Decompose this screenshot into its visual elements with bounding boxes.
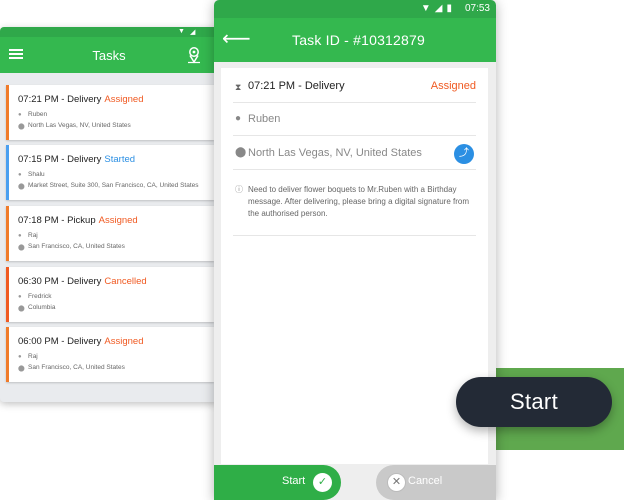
task-card[interactable]: 07:15 PM - Delivery Started ● Shalu ⬤ Market … [6,145,214,200]
task-customer: Ruben [28,111,48,118]
network-icon: ◢ [190,29,196,36]
note-row: ⓘ Need to deliver flower boquets to Mr.R… [233,169,476,236]
task-card[interactable]: 06:30 PM - Delivery Cancelled ● Fredrick ⬤ Co… [6,267,214,322]
cancel-button[interactable]: ✕ Cancel [376,465,496,500]
check-icon: ✓ [313,473,332,492]
customer-name: Ruben [248,113,281,125]
person-icon: ● [18,233,22,239]
status-badge: Assigned [104,336,144,347]
back-arrow-icon[interactable]: ⟵ [222,29,251,49]
location-icon: ⬤ [18,245,25,251]
location-icon: ⬤ [235,147,247,158]
task-card[interactable]: 07:18 PM - Pickup Assigned ● Raj ⬤ San Franci… [6,206,214,261]
signal-battery-icons: ▼◢▮ [420,3,456,14]
task-time-type: 07:18 PM - Pickup Assigned [18,215,138,226]
task-time-text: 06:30 PM - Delivery [18,276,102,287]
task-customer: Raj [28,353,38,360]
navigate-icon[interactable]: ⤴ [454,144,474,164]
task-time-type: 07:21 PM - Delivery [248,80,345,92]
page-title: Tasks [92,48,126,63]
person-icon: ● [18,354,22,360]
cancel-label: Cancel [408,475,443,487]
task-address: Columbia [28,304,56,311]
location-icon: ⬤ [18,124,25,130]
location-icon: ⬤ [18,306,25,312]
task-address: North Las Vegas, NV, United States [28,122,131,129]
task-time-type: 06:30 PM - Delivery Cancelled [18,276,147,287]
status-badge: Assigned [98,215,138,226]
task-address: North Las Vegas, NV, United States [248,147,422,159]
status-bar: ▼ ◢ [0,27,218,37]
signal-icon: ▼ [178,28,185,35]
person-icon: ● [18,172,22,178]
task-time-text: 06:00 PM - Delivery [18,336,102,347]
task-list-screen: ▼ ◢ Tasks 07:21 PM - Delivery Assigned ● Ru… [0,27,218,402]
status-badge: Started [104,154,136,165]
task-time-text: 07:18 PM - Pickup [18,215,96,226]
task-address: Market Street, Suite 300, San Francisco,… [28,182,199,189]
task-card[interactable]: 07:21 PM - Delivery Assigned ● Ruben ⬤ North … [6,85,214,140]
task-customer: Shalu [28,171,45,178]
status-bar: ▼◢▮ 07:53 [214,0,496,18]
task-detail-screen: ▼◢▮ 07:53 ⟵ Task ID - #10312879 ⧗ 07:21 … [214,0,496,500]
task-customer: Raj [28,232,38,239]
task-time-row: ⧗ 07:21 PM - Delivery Assigned [233,68,476,103]
task-time-type: 06:00 PM - Delivery Assigned [18,336,144,347]
address-row: ⬤ North Las Vegas, NV, United States ⤴ [233,135,476,170]
app-header: Tasks [0,37,218,73]
map-pin-icon[interactable] [187,46,201,64]
task-time-type: 07:15 PM - Delivery Started [18,154,135,165]
floating-start-button[interactable]: Start [456,377,612,427]
close-icon: ✕ [387,473,406,492]
hourglass-icon: ⧗ [235,82,242,92]
app-header: ⟵ Task ID - #10312879 [214,18,496,62]
task-address: San Francisco, CA, United States [28,243,125,250]
task-time-text: 07:21 PM - Delivery [18,94,102,105]
status-badge: Assigned [430,80,476,92]
start-button[interactable]: Start ✓ [214,465,341,500]
person-icon: ● [18,112,22,118]
task-detail-card: ⧗ 07:21 PM - Delivery Assigned ● Ruben ⬤… [221,68,488,464]
task-time-type: 07:21 PM - Delivery Assigned [18,94,144,105]
customer-row: ● Ruben [233,102,476,136]
task-address: San Francisco, CA, United States [28,364,125,371]
location-icon: ⬤ [18,366,25,372]
page-title: Task ID - #10312879 [292,32,425,48]
info-icon: ⓘ [235,185,243,194]
task-time-text: 07:15 PM - Delivery [18,154,102,165]
task-customer: Fredrick [28,293,52,300]
location-icon: ⬤ [18,184,25,190]
task-card[interactable]: 06:00 PM - Delivery Assigned ● Raj ⬤ San Fran… [6,327,214,382]
status-badge: Assigned [104,94,144,105]
start-label: Start [282,475,306,487]
status-time: 07:53 [464,3,490,14]
task-note: Need to deliver flower boquets to Mr.Rub… [248,185,470,218]
person-icon: ● [18,294,22,300]
status-badge: Cancelled [104,276,147,287]
person-icon: ● [235,113,242,124]
